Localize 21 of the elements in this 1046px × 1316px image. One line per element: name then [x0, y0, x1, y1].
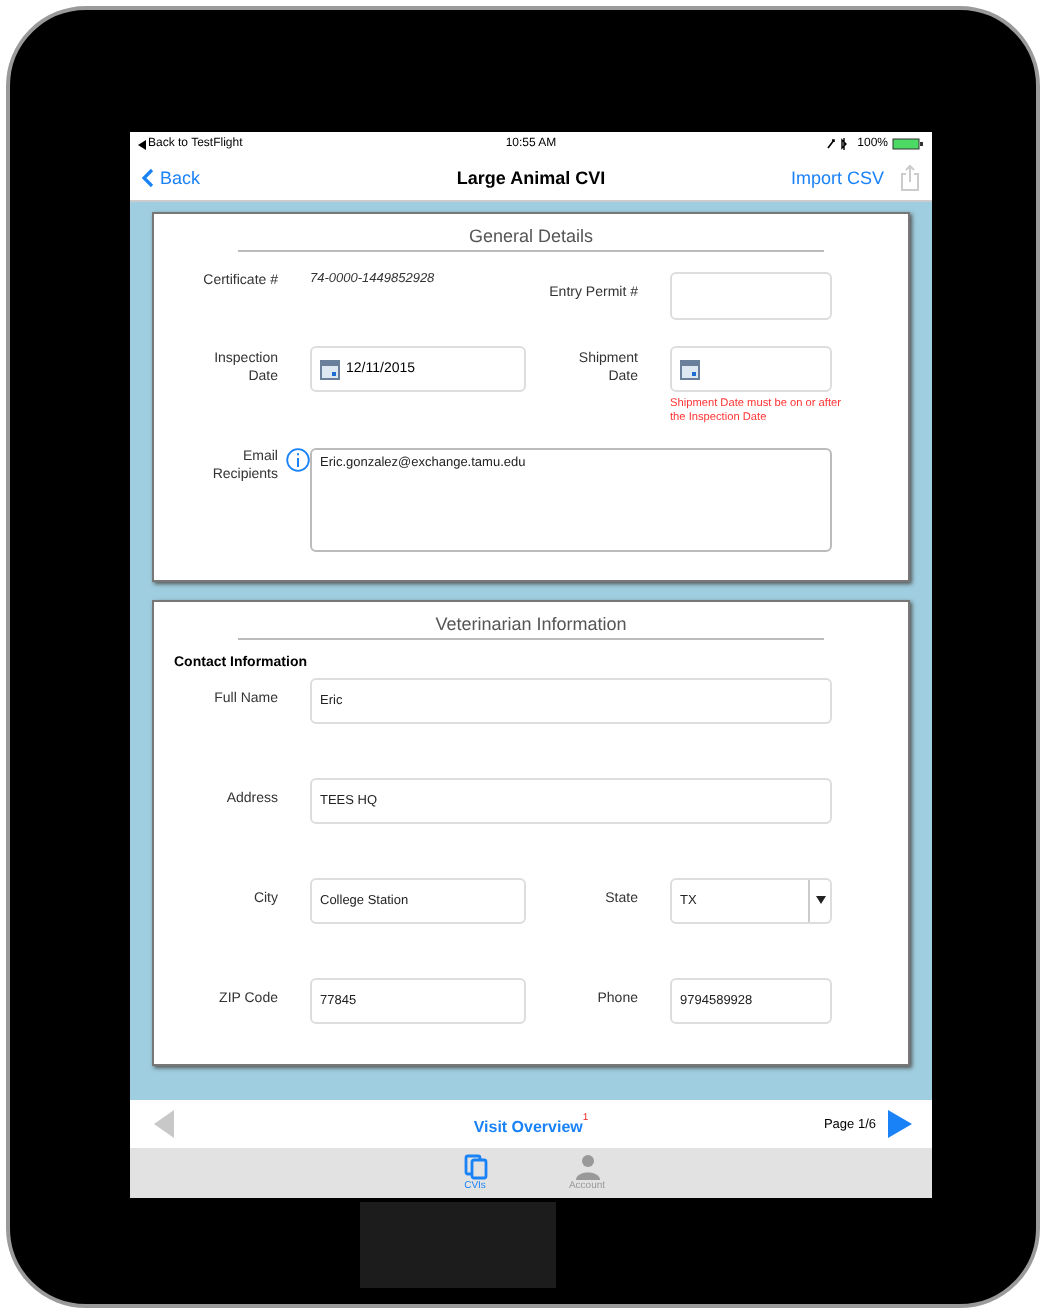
- documents-icon: [463, 1154, 487, 1180]
- info-icon[interactable]: [286, 447, 310, 472]
- section-title: Veterinarian Information: [238, 613, 824, 640]
- screen-title: Large Animal CVI: [456, 168, 606, 188]
- battery-icon: [892, 138, 924, 150]
- caret-icon: [815, 896, 825, 905]
- previous-page-icon[interactable]: [154, 1110, 174, 1138]
- share-icon[interactable]: [900, 164, 920, 192]
- chevron-left-icon: [142, 168, 154, 188]
- date-field[interactable]: [670, 346, 832, 392]
- calendar-icon: [680, 359, 700, 379]
- calendar-icon: [320, 359, 340, 379]
- back-button[interactable]: Back: [142, 168, 201, 188]
- input-field[interactable]: [670, 272, 832, 320]
- back-arrow-icon: [138, 139, 146, 149]
- person-icon: [575, 1154, 599, 1180]
- import-csv-button[interactable]: Import CSV: [790, 168, 884, 188]
- home-button[interactable]: [360, 1202, 556, 1288]
- visit-overview-link[interactable]: Visit Overview: [473, 1118, 583, 1136]
- next-page-icon[interactable]: [888, 1110, 912, 1138]
- section-title: General Details: [238, 226, 824, 252]
